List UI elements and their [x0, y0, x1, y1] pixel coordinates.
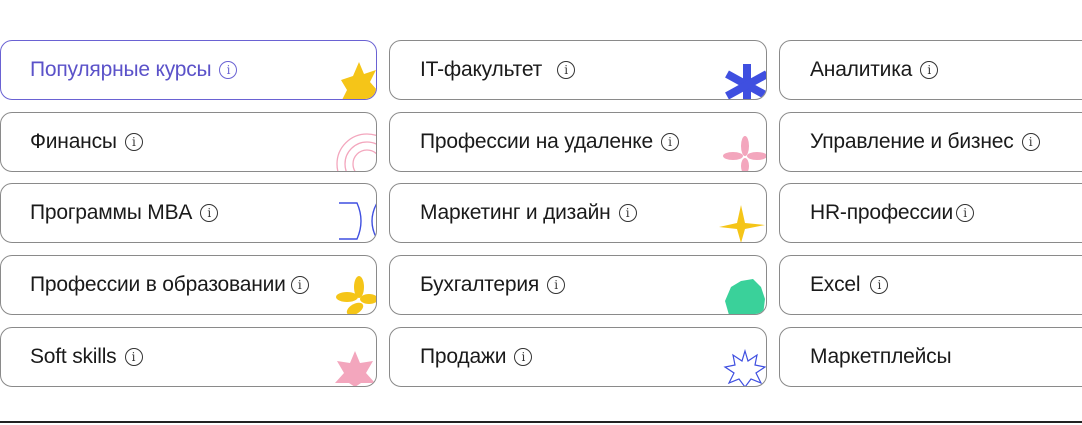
pink-flower-icon [723, 136, 766, 171]
category-label: Аналитика [810, 58, 913, 81]
category-finance[interactable]: Финансы i [0, 112, 377, 172]
category-excel[interactable]: Excel i [779, 255, 1082, 315]
yellow-star-icon [341, 62, 376, 99]
category-label: Профессии в образовании [30, 273, 286, 296]
category-hr-professions[interactable]: HR-профессии i [779, 183, 1082, 243]
category-label: Маркетинг и дизайн [420, 201, 611, 224]
category-sales[interactable]: Продажи i [389, 327, 767, 387]
info-icon[interactable]: i [870, 276, 889, 294]
category-marketplaces[interactable]: Маркетплейсы [779, 327, 1082, 387]
info-icon[interactable]: i [920, 61, 939, 79]
yellow-flower-icon [336, 276, 376, 314]
category-soft-skills[interactable]: Soft skills i [0, 327, 377, 387]
category-label: Профессии на удаленке [420, 130, 653, 153]
category-management-business[interactable]: Управление и бизнес i [779, 112, 1082, 172]
category-it-faculty[interactable]: IT-факультет i [389, 40, 767, 100]
info-icon[interactable]: i [200, 204, 219, 222]
course-categories-grid: Популярные курсы i IT-факультет i Аналит… [0, 0, 1082, 425]
pink-star-icon [335, 351, 375, 386]
bottom-divider [0, 421, 1082, 423]
info-icon[interactable]: i [956, 204, 975, 222]
blue-asterisk-icon [725, 64, 766, 99]
category-remote-professions[interactable]: Профессии на удаленке i [389, 112, 767, 172]
info-icon[interactable]: i [1021, 133, 1040, 151]
category-label: Популярные курсы [30, 58, 212, 81]
info-icon[interactable]: i [557, 61, 576, 79]
category-mba-programs[interactable]: Программы MBA i [0, 183, 377, 243]
category-label: Маркетплейсы [810, 345, 952, 368]
blue-brackets-icon [339, 202, 376, 240]
info-icon[interactable]: i [219, 61, 238, 79]
info-icon[interactable]: i [660, 133, 679, 151]
blue-burst-icon [723, 348, 766, 386]
green-blob-icon [725, 279, 765, 314]
category-label: Программы MBA [30, 201, 193, 224]
category-label: Продажи [420, 345, 507, 368]
category-label: Soft skills [30, 345, 117, 368]
category-label: IT-факультет [420, 58, 543, 81]
category-marketing-design[interactable]: Маркетинг и дизайн i [389, 183, 767, 243]
category-analytics[interactable]: Аналитика i [779, 40, 1082, 100]
category-label: HR-профессии [810, 201, 954, 224]
category-label: Бухгалтерия [420, 273, 540, 296]
info-icon[interactable]: i [618, 204, 637, 222]
category-popular-courses[interactable]: Популярные курсы i [0, 40, 377, 100]
category-education-professions[interactable]: Профессии в образовании i [0, 255, 377, 315]
info-icon[interactable]: i [514, 348, 533, 366]
category-label: Excel [810, 273, 861, 296]
info-icon[interactable]: i [124, 133, 143, 151]
category-label: Финансы [30, 130, 117, 153]
category-accounting[interactable]: Бухгалтерия i [389, 255, 767, 315]
info-icon[interactable]: i [124, 348, 143, 366]
info-icon[interactable]: i [547, 276, 566, 294]
info-icon[interactable]: i [290, 276, 309, 294]
category-label: Управление и бизнес [810, 130, 1014, 153]
pink-arcs-icon [336, 133, 376, 171]
yellow-sparkle-icon [719, 205, 765, 242]
